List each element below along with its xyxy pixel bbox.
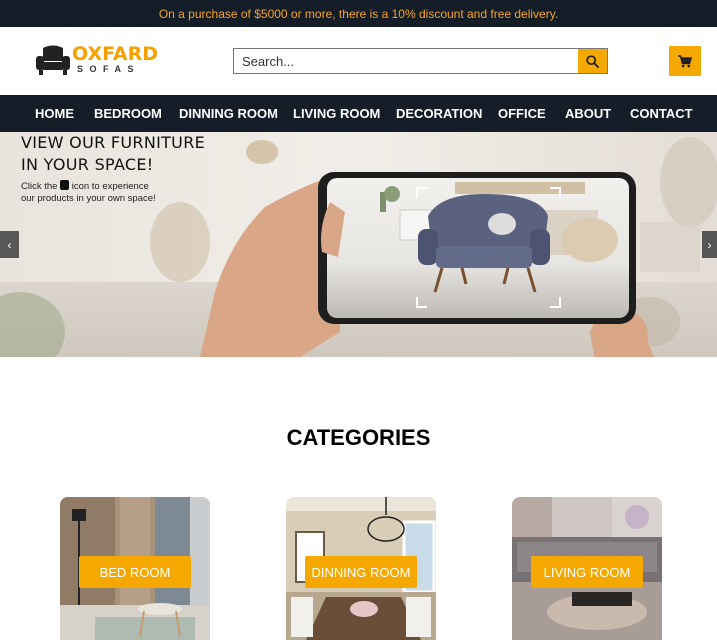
category-button[interactable]: DINNING ROOM bbox=[305, 556, 417, 588]
cart-icon bbox=[678, 54, 692, 67]
armchair-icon bbox=[36, 45, 70, 75]
ar-cube-icon bbox=[60, 180, 70, 190]
promo-bar: On a purchase of $5000 or more, there is… bbox=[0, 0, 717, 27]
nav-item-decoration[interactable]: DECORATION bbox=[396, 106, 482, 121]
search-bar bbox=[233, 48, 608, 74]
carousel-next-button[interactable]: › bbox=[702, 231, 717, 258]
hero-headline-line-2: IN YOUR SPACE! bbox=[21, 155, 154, 174]
promo-text: On a purchase of $5000 or more, there is… bbox=[158, 6, 559, 21]
category-button[interactable]: BED ROOM bbox=[79, 556, 191, 588]
hero-headline: VIEW OUR FURNITURE IN YOUR SPACE! bbox=[21, 132, 205, 176]
hero-sub-part-2: icon to experience bbox=[71, 181, 149, 192]
hero-banner[interactable]: VIEW OUR FURNITURE IN YOUR SPACE! Click … bbox=[0, 132, 717, 357]
nav-item-contact[interactable]: CONTACT bbox=[630, 106, 693, 121]
nav-item-home[interactable]: HOME bbox=[35, 106, 74, 121]
category-card-bedroom[interactable]: BED ROOM bbox=[60, 497, 210, 640]
brand-sub: SOFAS bbox=[77, 64, 141, 74]
categories-title: CATEGORIES bbox=[286, 425, 431, 450]
hero-sub-part-1: Click the bbox=[21, 181, 58, 192]
nav-item-about[interactable]: ABOUT bbox=[565, 106, 611, 121]
nav-item-office[interactable]: OFFICE bbox=[498, 106, 546, 121]
nav-item-bedroom[interactable]: BEDROOM bbox=[94, 106, 162, 121]
cart-button[interactable] bbox=[669, 46, 701, 76]
chevron-right-icon: › bbox=[707, 237, 712, 252]
nav-item-dinning-room[interactable]: DINNING ROOM bbox=[179, 106, 278, 121]
logo[interactable]: OXFARD SOFAS bbox=[35, 42, 160, 82]
brand-name: OXFARD bbox=[72, 43, 159, 65]
category-button[interactable]: LIVING ROOM bbox=[531, 556, 643, 588]
chevron-left-icon: ‹ bbox=[7, 237, 12, 252]
search-icon bbox=[586, 54, 599, 68]
category-card-living-room[interactable]: LIVING ROOM bbox=[512, 497, 662, 640]
carousel-prev-button[interactable]: ‹ bbox=[0, 231, 19, 258]
hero-subtext: Click the icon to experience our product… bbox=[21, 180, 156, 205]
category-card-dinning-room[interactable]: DINNING ROOM bbox=[286, 497, 436, 640]
main-nav: HOME BEDROOM DINNING ROOM LIVING ROOM DE… bbox=[0, 95, 717, 132]
nav-item-living-room[interactable]: LIVING ROOM bbox=[293, 106, 380, 121]
search-button[interactable] bbox=[578, 48, 608, 74]
search-input[interactable] bbox=[233, 48, 578, 74]
hero-headline-line-1: VIEW OUR FURNITURE bbox=[21, 133, 206, 152]
hero-sub-part-3: our products in your own space! bbox=[21, 193, 156, 204]
